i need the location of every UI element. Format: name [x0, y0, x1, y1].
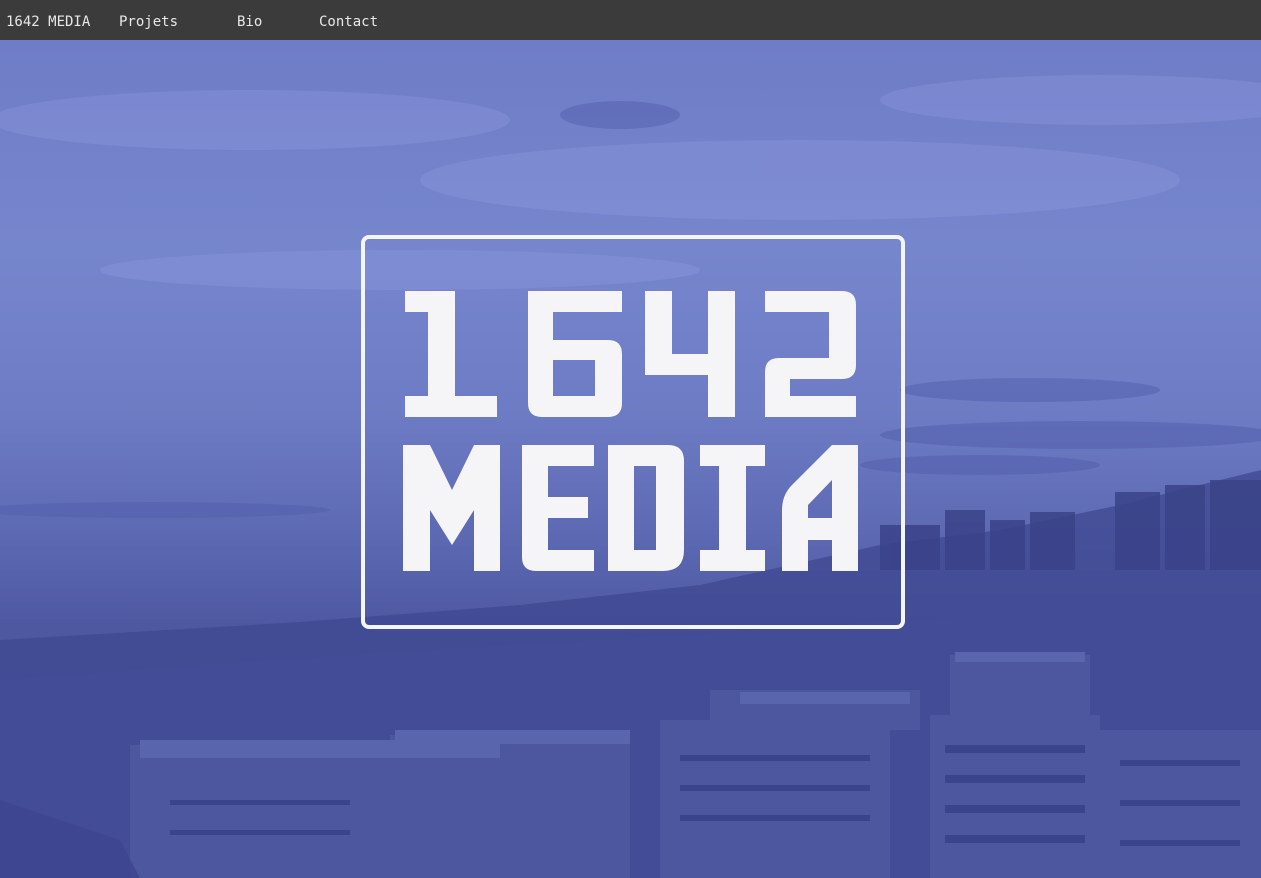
logo-letter-d — [608, 445, 684, 571]
nav-link-bio[interactable]: Bio — [237, 0, 262, 40]
top-navigation-bar: 1642 MEDIA Projets Bio Contact — [0, 0, 1261, 40]
logo-letter-e — [522, 445, 594, 571]
nav-link-projets[interactable]: Projets — [119, 0, 178, 40]
logo-wordmark — [403, 291, 858, 571]
logo-letter-a — [782, 445, 858, 571]
nav-link-contact[interactable]: Contact — [319, 0, 378, 40]
logo-letter-i — [700, 445, 765, 571]
logo-digit-2 — [765, 291, 856, 417]
logo-digit-4 — [645, 291, 735, 417]
nav-brand-link[interactable]: 1642 MEDIA — [6, 0, 90, 40]
logo-digit-6 — [528, 291, 622, 417]
logo-letter-m — [403, 445, 500, 571]
hero-section — [0, 40, 1261, 878]
logo-digit-1 — [405, 291, 497, 417]
